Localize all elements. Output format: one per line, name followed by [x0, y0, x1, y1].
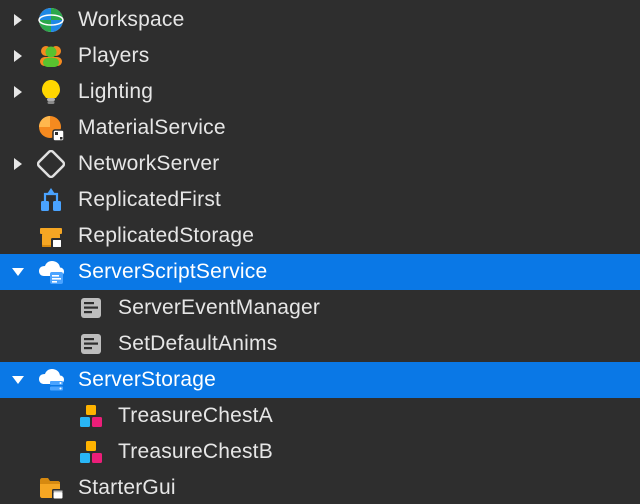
tree-row-treasure-chest-a[interactable]: TreasureChestA [0, 398, 640, 434]
tree-row-players[interactable]: Players [0, 38, 640, 74]
tree-label: ServerEventManager [118, 296, 320, 320]
tree-label: MaterialService [78, 116, 226, 140]
tree-label: ReplicatedStorage [78, 224, 254, 248]
model-icon [76, 401, 106, 431]
tree-row-lighting[interactable]: Lighting [0, 74, 640, 110]
tree-label: ServerScriptService [78, 260, 267, 284]
tree-label: Lighting [78, 80, 153, 104]
starter-gui-icon [36, 473, 66, 503]
model-icon [76, 437, 106, 467]
tree-row-server-storage[interactable]: ServerStorage [0, 362, 640, 398]
tree-label: Players [78, 44, 149, 68]
tree-row-server-event-manager[interactable]: ServerEventManager [0, 290, 640, 326]
tree-row-starter-gui[interactable]: StarterGui [0, 470, 640, 504]
expand-toggle[interactable] [0, 49, 36, 63]
expand-toggle[interactable] [0, 85, 36, 99]
tree-label: SetDefaultAnims [118, 332, 277, 356]
tree-row-network-server[interactable]: NetworkServer [0, 146, 640, 182]
tree-label: ServerStorage [78, 368, 216, 392]
expand-toggle[interactable] [0, 13, 36, 27]
tree-label: TreasureChestA [118, 404, 273, 428]
explorer-tree: Workspace Players [0, 0, 640, 504]
tree-label: ReplicatedFirst [78, 188, 221, 212]
server-script-service-icon [36, 257, 66, 287]
tree-row-material-service[interactable]: MaterialService [0, 110, 640, 146]
collapse-toggle[interactable] [0, 374, 36, 386]
script-icon [76, 329, 106, 359]
tree-row-set-default-anims[interactable]: SetDefaultAnims [0, 326, 640, 362]
players-icon [36, 41, 66, 71]
tree-label: NetworkServer [78, 152, 219, 176]
tree-label: TreasureChestB [118, 440, 273, 464]
tree-row-replicated-first[interactable]: ReplicatedFirst [0, 182, 640, 218]
script-icon [76, 293, 106, 323]
lighting-icon [36, 77, 66, 107]
collapse-toggle[interactable] [0, 266, 36, 278]
tree-row-workspace[interactable]: Workspace [0, 2, 640, 38]
network-server-icon [36, 149, 66, 179]
workspace-icon [36, 5, 66, 35]
tree-row-server-script-service[interactable]: ServerScriptService [0, 254, 640, 290]
replicated-first-icon [36, 185, 66, 215]
tree-row-replicated-storage[interactable]: ReplicatedStorage [0, 218, 640, 254]
tree-label: Workspace [78, 8, 184, 32]
expand-toggle[interactable] [0, 157, 36, 171]
material-service-icon [36, 113, 66, 143]
tree-label: StarterGui [78, 476, 176, 500]
server-storage-icon [36, 365, 66, 395]
tree-row-treasure-chest-b[interactable]: TreasureChestB [0, 434, 640, 470]
replicated-storage-icon [36, 221, 66, 251]
